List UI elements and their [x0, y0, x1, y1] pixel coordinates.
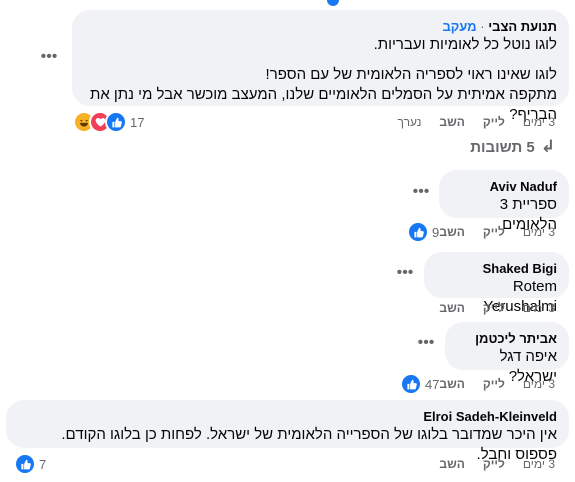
comment-time[interactable]: 3 ימים	[523, 300, 555, 316]
reply-bubble: Elroi Sadeh-Kleinveld אין היכר שמדובר בל…	[6, 400, 569, 463]
comment-actions: 3 ימים לייק השב	[439, 456, 555, 472]
reply-bubble: Shaked Bigi Rotem Yerushalmi	[424, 252, 569, 315]
comment-actions: 3 ימים לייק השב	[439, 300, 555, 316]
reaction-count: 7	[39, 456, 47, 472]
edited-label: נערך	[397, 115, 422, 129]
comment-time[interactable]: 3 ימים	[523, 224, 555, 240]
reactions[interactable]: 47	[400, 373, 439, 395]
comment-author[interactable]: Shaked Bigi	[436, 260, 557, 277]
comment-author[interactable]: Elroi Sadeh-Kleinveld	[18, 408, 557, 425]
reaction-count: 17	[130, 114, 145, 130]
like-button[interactable]: לייק	[483, 114, 505, 130]
follow-button[interactable]: מעקב	[442, 19, 476, 34]
comment-time[interactable]: 3 ימים	[523, 376, 555, 392]
like-icon	[400, 373, 422, 395]
comment-text: לוגו שאינו ראוי לספריה הלאומית של עם הספ…	[265, 66, 557, 83]
more-options-icon[interactable]: •••	[409, 184, 433, 205]
reaction-count: 9	[432, 224, 440, 240]
more-options-icon[interactable]: •••	[37, 49, 61, 70]
author-name[interactable]: תנועת הצבי	[488, 19, 557, 34]
comment-text: לוגו נוטל כל לאומיות ועבריות.	[373, 36, 557, 53]
view-replies-button[interactable]: ↳ 5 תשובות	[470, 137, 555, 157]
like-button[interactable]: לייק	[483, 300, 505, 316]
comment-text	[84, 55, 557, 65]
more-options-icon[interactable]: •••	[414, 335, 438, 356]
like-button[interactable]: לייק	[483, 376, 505, 392]
like-icon	[407, 221, 429, 243]
notification-dot	[327, 0, 339, 6]
reactions[interactable]: 7	[14, 453, 46, 475]
reply-bubble: Aviv Naduf ספריית 3 הלאומים	[439, 170, 569, 233]
reply-button[interactable]: השב	[439, 456, 464, 472]
comment-actions: 3 ימים לייק השב	[439, 224, 555, 240]
reactions[interactable]: 9	[407, 221, 439, 243]
like-button[interactable]: לייק	[483, 456, 505, 472]
reply-button[interactable]: השב	[439, 224, 464, 240]
comment-actions: 3 ימים לייק השב נערך	[398, 114, 555, 130]
like-icon	[14, 453, 36, 475]
comment-author: תנועת הצבי · מעקב	[84, 18, 557, 35]
reply-bubble: אביתר ליכטמן איפה דגל ישראל?	[445, 322, 569, 385]
reaction-count: 47	[425, 376, 440, 392]
comment-author[interactable]: אביתר ליכטמן	[457, 330, 557, 347]
comment-actions: 3 ימים לייק השב	[439, 376, 555, 392]
comment-time[interactable]: 3 ימים	[523, 114, 555, 130]
like-button[interactable]: לייק	[483, 224, 505, 240]
comment-time[interactable]: 3 ימים	[523, 456, 555, 472]
comment-author[interactable]: Aviv Naduf	[451, 178, 557, 195]
comments-section: תנועת הצבי · מעקב לוגו נוטל כל לאומיות ו…	[0, 0, 575, 482]
more-options-icon[interactable]: •••	[393, 265, 417, 286]
comment-bubble: תנועת הצבי · מעקב לוגו נוטל כל לאומיות ו…	[72, 10, 569, 123]
reply-button[interactable]: השב	[439, 114, 464, 130]
like-icon	[105, 111, 127, 133]
reply-button[interactable]: השב	[439, 300, 464, 316]
reply-button[interactable]: השב	[439, 376, 464, 392]
reactions[interactable]: 17	[73, 111, 144, 133]
separator-dot: ·	[480, 19, 485, 34]
reply-arrow-icon: ↳	[540, 137, 555, 156]
replies-count-label: 5 תשובות	[470, 138, 535, 156]
